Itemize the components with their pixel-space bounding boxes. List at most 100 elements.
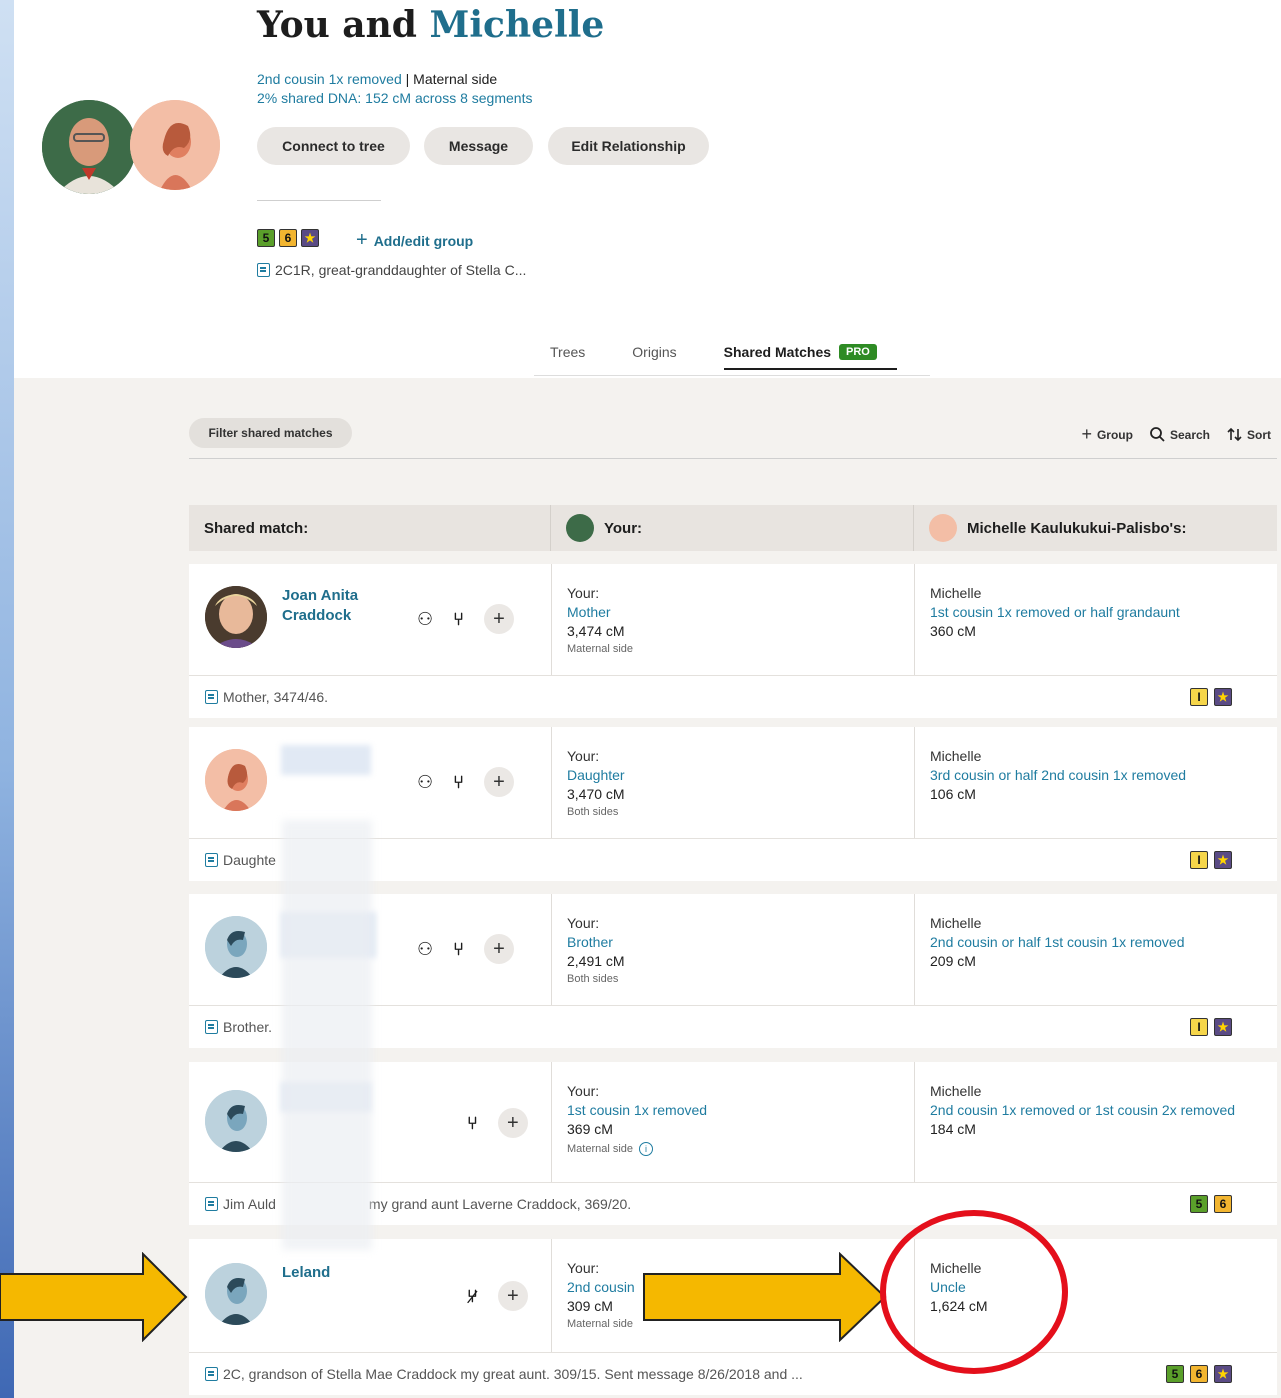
- shared-match-column-header: Shared match:: [189, 505, 551, 551]
- table-header: Shared match: Your: Michelle Kaulukukui-…: [189, 505, 1277, 551]
- tab-trees[interactable]: Trees: [550, 344, 585, 370]
- their-relationship: Michelle 2nd cousin or half 1st cousin 1…: [930, 915, 1185, 969]
- connect-to-tree-button[interactable]: Connect to tree: [257, 127, 410, 165]
- their-relationship: Michelle 1st cousin 1x removed or half g…: [930, 585, 1180, 639]
- star-group-badge[interactable]: ★: [1214, 688, 1232, 706]
- plus-icon: +: [1081, 424, 1092, 444]
- add-to-group-button[interactable]: +: [497, 1108, 528, 1138]
- annotation-arrow-right: [643, 1252, 887, 1342]
- group-button[interactable]: + Group: [1081, 424, 1133, 445]
- their-column-header: Michelle Kaulukukui-Palisbo's:: [914, 505, 1277, 551]
- toolbar: + Group Search Sort: [1081, 424, 1271, 445]
- tree-icon[interactable]: ⑂: [467, 1113, 478, 1134]
- tree-icon[interactable]: ⑂: [453, 939, 464, 960]
- match-header: You and Michelle 2nd cousin 1x removed |…: [14, 0, 1281, 378]
- group-badge[interactable]: 5: [257, 229, 275, 247]
- match-photo[interactable]: [205, 749, 267, 811]
- note-icon: [257, 263, 270, 277]
- star-group-badge[interactable]: ★: [301, 229, 319, 247]
- group-badge[interactable]: 5: [1190, 1195, 1208, 1213]
- page-title: You and Michelle: [257, 4, 605, 46]
- note-icon: [205, 1367, 218, 1381]
- redacted-name: [281, 745, 371, 775]
- their-relationship: Michelle 2nd cousin 1x removed or 1st co…: [930, 1083, 1236, 1137]
- match-actions: ⚇ ⑂ +: [417, 604, 514, 634]
- note-icon: [205, 1020, 218, 1034]
- group-badge[interactable]: I: [1190, 1018, 1208, 1036]
- search-icon: [1150, 427, 1165, 442]
- group-badge[interactable]: 5: [1166, 1365, 1184, 1383]
- add-to-group-button[interactable]: +: [483, 934, 514, 964]
- tab-bar: Trees Origins Shared Matches PRO: [550, 344, 897, 370]
- default-avatar-icon[interactable]: [205, 916, 267, 978]
- unlinked-tree-icon[interactable]: ⑂̸: [467, 1286, 478, 1307]
- relationship-link[interactable]: 2nd cousin 1x removed or 1st cousin 2x r…: [930, 1101, 1235, 1120]
- match-card: Joan Anita Craddock ⚇ ⑂ + Your: Mother 3…: [189, 564, 1277, 718]
- edit-relationship-button[interactable]: Edit Relationship: [548, 127, 709, 165]
- your-relationship: Your: Daughter 3,470 cM Both sides: [567, 748, 625, 818]
- note-icon: [205, 690, 218, 704]
- divider: [189, 458, 1277, 459]
- group-badge[interactable]: 6: [1190, 1365, 1208, 1383]
- common-ancestors-icon[interactable]: ⚇: [417, 609, 433, 630]
- match-note[interactable]: Mother, 3474/46. I ★: [189, 676, 1277, 718]
- note-icon: [205, 1197, 218, 1211]
- left-edge-strip: [0, 0, 14, 1398]
- group-badge[interactable]: I: [1190, 688, 1208, 706]
- add-to-group-button[interactable]: +: [483, 767, 514, 797]
- add-to-group-button[interactable]: +: [497, 1281, 528, 1311]
- relationship-link[interactable]: Daughter: [567, 766, 625, 785]
- common-ancestors-icon[interactable]: ⚇: [417, 939, 433, 960]
- relationship-link[interactable]: 2nd cousin 1x removed: [257, 71, 402, 87]
- your-relationship: Your: Mother 3,474 cM Maternal side: [567, 585, 634, 655]
- add-edit-group-button[interactable]: + Add/edit group: [356, 229, 473, 252]
- relationship-link[interactable]: 3rd cousin or half 2nd cousin 1x removed: [930, 766, 1186, 785]
- relationship-link[interactable]: 1st cousin 1x removed: [567, 1101, 707, 1120]
- group-badge[interactable]: I: [1190, 851, 1208, 869]
- tree-icon[interactable]: ⑂: [453, 609, 464, 630]
- tab-underline: [534, 375, 930, 376]
- annotation-circle: [880, 1210, 1068, 1374]
- shared-matches-panel: Filter shared matches + Group Search Sort…: [14, 378, 1281, 1398]
- star-group-badge[interactable]: ★: [1214, 851, 1232, 869]
- plus-icon: +: [356, 229, 368, 251]
- your-relationship: Your: 2nd cousin 309 cM Maternal side: [567, 1260, 635, 1330]
- group-badges: 5 6: [1190, 1195, 1232, 1213]
- group-badges: I ★: [1190, 1018, 1232, 1036]
- tree-icon[interactable]: ⑂: [453, 772, 464, 793]
- relationship-line: 2nd cousin 1x removed | Maternal side: [257, 71, 498, 87]
- match-actions: ⚇ ⑂ +: [417, 934, 514, 964]
- relationship-link[interactable]: Mother: [567, 603, 633, 622]
- star-group-badge[interactable]: ★: [1214, 1018, 1232, 1036]
- relationship-link[interactable]: 2nd cousin or half 1st cousin 1x removed: [930, 933, 1184, 952]
- group-badges: I ★: [1190, 851, 1232, 869]
- relationship-link[interactable]: 2nd cousin: [567, 1278, 635, 1297]
- relationship-link[interactable]: Brother: [567, 933, 625, 952]
- common-ancestors-icon[interactable]: ⚇: [417, 772, 433, 793]
- your-column-header: Your:: [551, 505, 914, 551]
- default-avatar-icon[interactable]: [205, 1090, 267, 1152]
- match-actions: ⚇ ⑂ +: [417, 767, 514, 797]
- message-button[interactable]: Message: [424, 127, 533, 165]
- add-to-group-button[interactable]: +: [483, 604, 514, 634]
- group-badge[interactable]: 6: [279, 229, 297, 247]
- relationship-link[interactable]: 1st cousin 1x removed or half grandaunt: [930, 603, 1180, 622]
- sort-button[interactable]: Sort: [1227, 424, 1271, 445]
- match-photo[interactable]: [205, 586, 267, 648]
- match-name-link[interactable]: Leland: [282, 1263, 392, 1283]
- match-avatar-small: [929, 514, 957, 542]
- shared-dna-link[interactable]: 2% shared DNA: 152 cM across 8 segments: [257, 90, 532, 106]
- tab-origins[interactable]: Origins: [632, 344, 676, 370]
- match-note[interactable]: 2C1R, great-granddaughter of Stella C...: [257, 262, 526, 278]
- user-avatar-small: [566, 514, 594, 542]
- filter-shared-matches-button[interactable]: Filter shared matches: [189, 418, 352, 448]
- info-icon[interactable]: i: [639, 1142, 654, 1156]
- star-group-badge[interactable]: ★: [1214, 1365, 1232, 1383]
- tab-shared-matches[interactable]: Shared Matches PRO: [723, 344, 897, 370]
- default-avatar-icon[interactable]: [205, 1263, 267, 1325]
- note-icon: [205, 853, 218, 867]
- search-button[interactable]: Search: [1150, 424, 1210, 445]
- match-note[interactable]: 2C, grandson of Stella Mae Craddock my g…: [189, 1353, 1277, 1395]
- group-badge[interactable]: 6: [1214, 1195, 1232, 1213]
- match-name-link[interactable]: Joan Anita Craddock: [282, 586, 392, 626]
